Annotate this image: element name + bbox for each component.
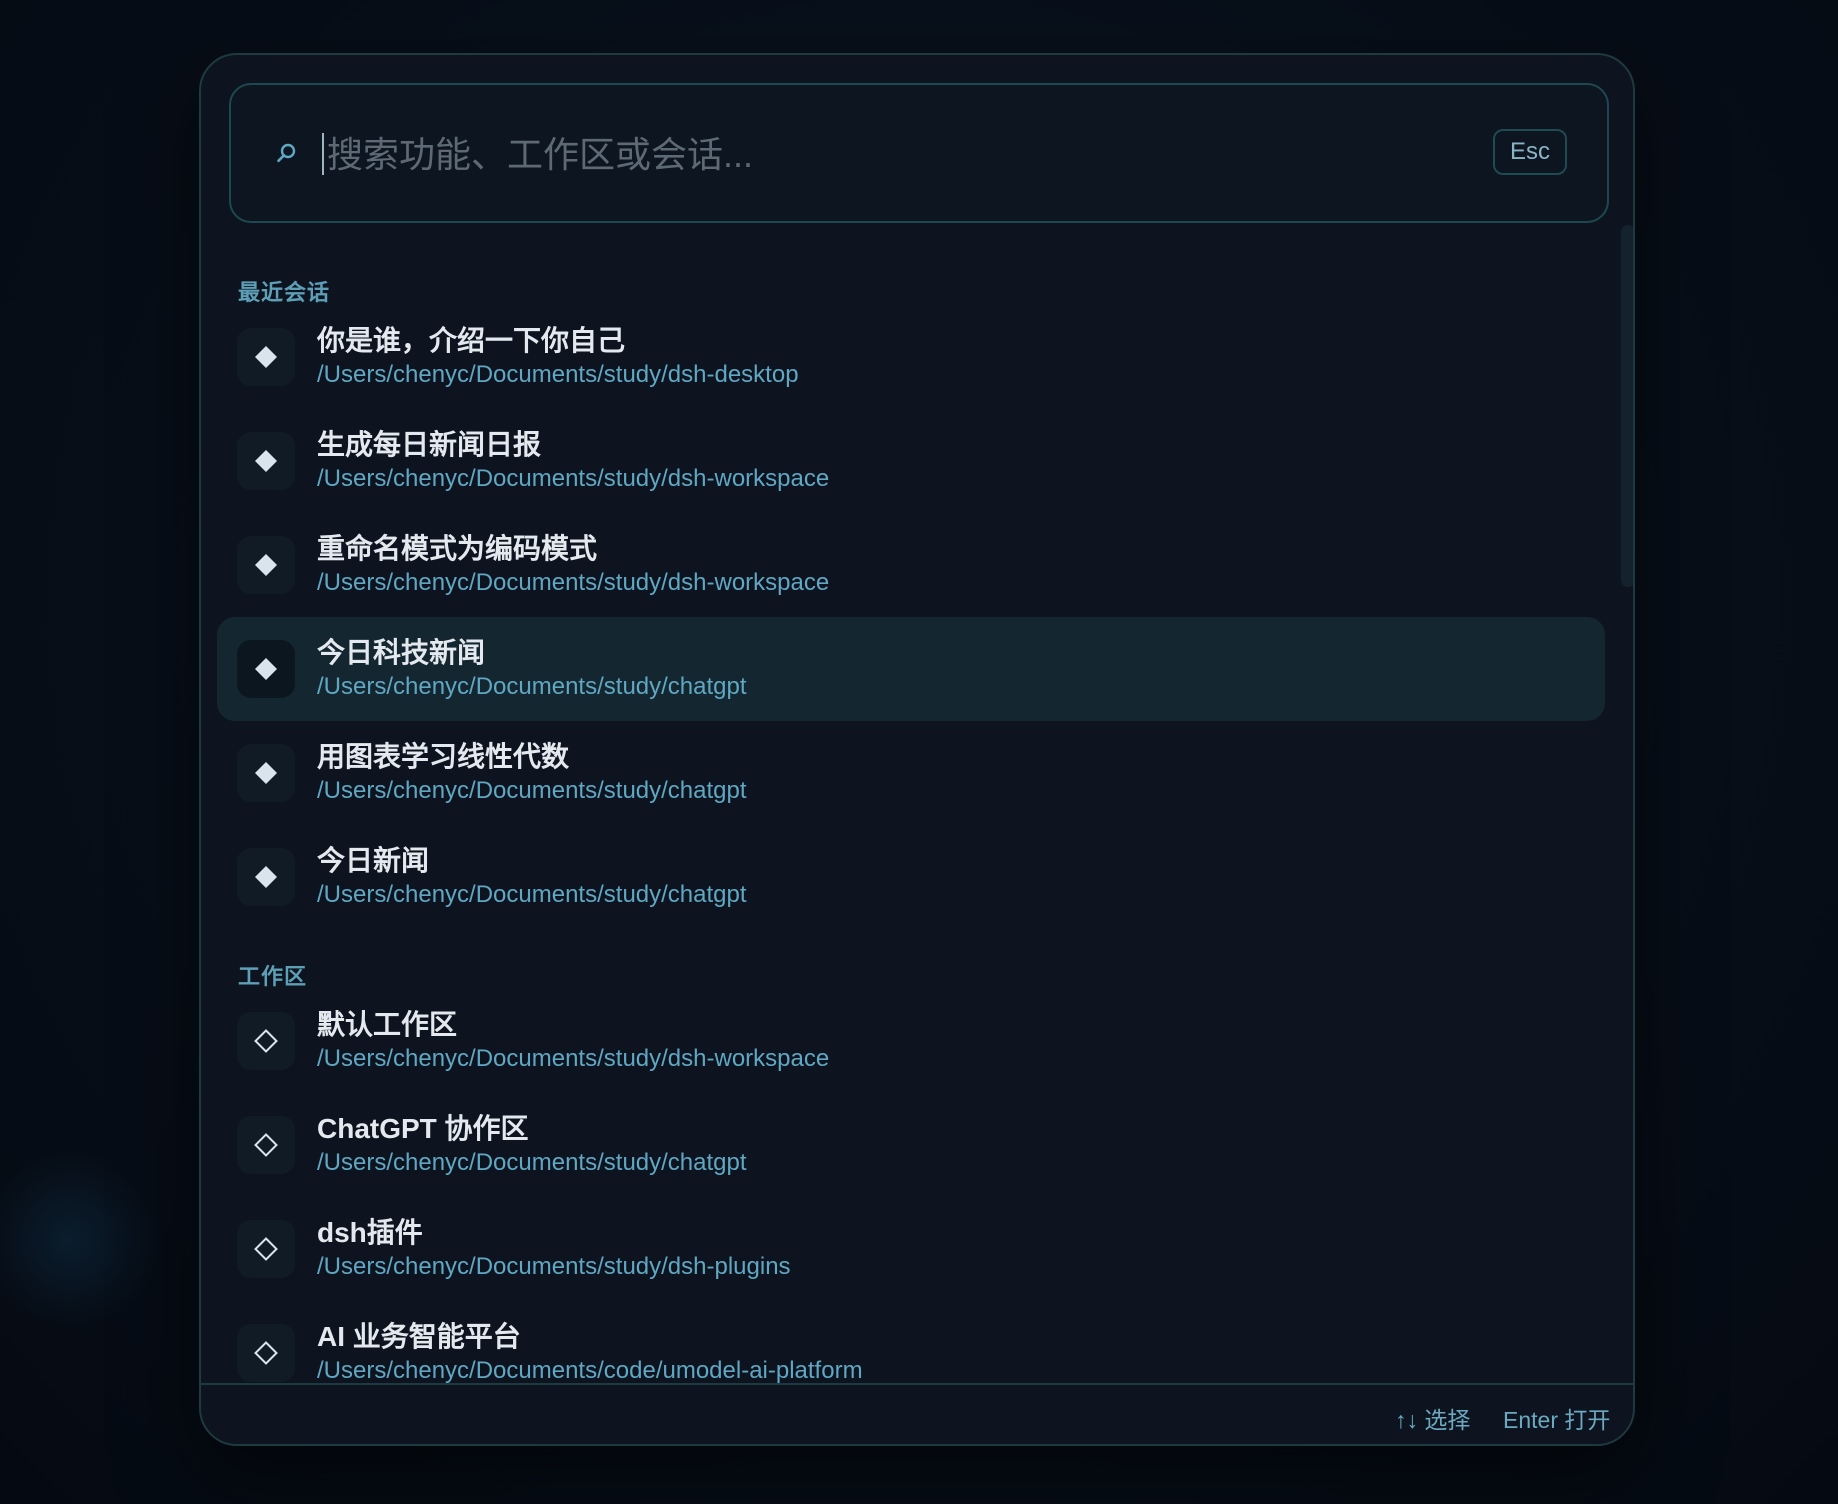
workspace-icon-box	[237, 1012, 295, 1070]
workspace-title: dsh插件	[317, 1217, 423, 1248]
workspace-path: /Users/chenyc/Documents/study/dsh-worksp…	[317, 1045, 830, 1072]
workspace-item[interactable]: ChatGPT 协作区 /Users/chenyc/Documents/stud…	[217, 1093, 1605, 1197]
workspace-title: AI 业务智能平台	[317, 1321, 521, 1352]
outline-diamond-icon	[254, 1341, 278, 1365]
session-title: 重命名模式为编码模式	[317, 533, 598, 564]
filled-diamond-icon	[255, 658, 277, 680]
session-item[interactable]: 重命名模式为编码模式 /Users/chenyc/Documents/study…	[217, 513, 1605, 617]
session-path: /Users/chenyc/Documents/study/chatgpt	[317, 777, 747, 804]
section-title-recent-sessions: 最近会话	[238, 280, 331, 305]
workspace-icon-box	[237, 1324, 295, 1382]
footer-bar: ↑↓ 选择 Enter 打开	[201, 1383, 1633, 1444]
session-item[interactable]: 用图表学习线性代数 /Users/chenyc/Documents/study/…	[217, 721, 1605, 825]
search-input[interactable]	[327, 125, 1327, 185]
search-icon	[271, 139, 301, 169]
workspace-item[interactable]: 默认工作区 /Users/chenyc/Documents/study/dsh-…	[217, 989, 1605, 1093]
outline-diamond-icon	[254, 1133, 278, 1157]
session-title: 用图表学习线性代数	[317, 741, 570, 772]
session-icon-box	[237, 744, 295, 802]
session-item-selected[interactable]: 今日科技新闻 /Users/chenyc/Documents/study/cha…	[217, 617, 1605, 721]
session-path: /Users/chenyc/Documents/study/dsh-deskto…	[317, 361, 799, 388]
session-icon-box	[237, 848, 295, 906]
session-path: /Users/chenyc/Documents/study/chatgpt	[317, 881, 747, 908]
workspace-path: /Users/chenyc/Documents/study/chatgpt	[317, 1149, 747, 1176]
results-list[interactable]: 最近会话 你是谁，介绍一下你自己 /Users/chenyc/Documents…	[201, 225, 1633, 1435]
session-item[interactable]: 今日新闻 /Users/chenyc/Documents/study/chatg…	[217, 825, 1605, 929]
command-palette: Esc 最近会话 你是谁，介绍一下你自己 /Users/chenyc/Docum…	[199, 53, 1635, 1446]
results-scrollbar[interactable]	[1621, 225, 1633, 587]
esc-key-hint[interactable]: Esc	[1493, 129, 1567, 175]
workspace-path: /Users/chenyc/Documents/study/dsh-plugin…	[317, 1253, 791, 1280]
session-icon-box	[237, 432, 295, 490]
search-bar[interactable]: Esc	[229, 83, 1609, 223]
workspace-path: /Users/chenyc/Documents/code/umodel-ai-p…	[317, 1357, 863, 1384]
filled-diamond-icon	[255, 762, 277, 784]
navigate-hint: ↑↓ 选择	[1395, 1407, 1471, 1433]
workspace-icon-box	[237, 1116, 295, 1174]
session-path: /Users/chenyc/Documents/study/dsh-worksp…	[317, 569, 830, 596]
session-icon-box	[237, 536, 295, 594]
outline-diamond-icon	[254, 1029, 278, 1053]
text-caret	[322, 133, 324, 175]
workspace-title: ChatGPT 协作区	[317, 1113, 529, 1144]
workspace-title: 默认工作区	[317, 1009, 458, 1040]
session-item[interactable]: 你是谁，介绍一下你自己 /Users/chenyc/Documents/stud…	[217, 305, 1605, 409]
workspace-icon-box	[237, 1220, 295, 1278]
session-title: 生成每日新闻日报	[317, 429, 542, 460]
workspace-item[interactable]: dsh插件 /Users/chenyc/Documents/study/dsh-…	[217, 1197, 1605, 1301]
section-title-workspaces: 工作区	[238, 964, 308, 989]
open-hint: Enter 打开	[1503, 1407, 1611, 1433]
filled-diamond-icon	[255, 554, 277, 576]
session-title: 你是谁，介绍一下你自己	[317, 325, 626, 356]
session-path: /Users/chenyc/Documents/study/dsh-worksp…	[317, 465, 830, 492]
outline-diamond-icon	[254, 1237, 278, 1261]
session-title: 今日新闻	[317, 845, 430, 876]
filled-diamond-icon	[255, 866, 277, 888]
filled-diamond-icon	[255, 346, 277, 368]
session-icon-box	[237, 328, 295, 386]
session-item[interactable]: 生成每日新闻日报 /Users/chenyc/Documents/study/d…	[217, 409, 1605, 513]
session-icon-box	[237, 640, 295, 698]
session-path: /Users/chenyc/Documents/study/chatgpt	[317, 673, 747, 700]
filled-diamond-icon	[255, 450, 277, 472]
session-title: 今日科技新闻	[317, 637, 486, 668]
